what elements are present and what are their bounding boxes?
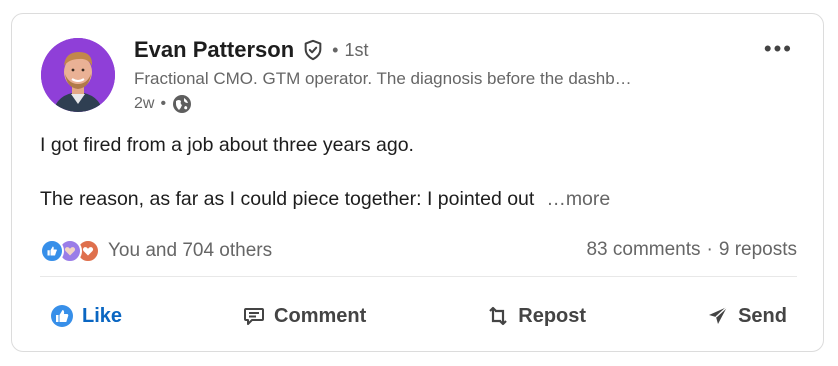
reactions-count[interactable]: You and 704 others: [108, 240, 272, 262]
author-avatar[interactable]: [41, 38, 115, 112]
globe-icon: [173, 95, 192, 113]
post-meta: 2w •: [134, 94, 192, 114]
more-options-icon[interactable]: •••: [764, 36, 793, 62]
separator-dot: •: [160, 95, 167, 112]
post-time[interactable]: 2w: [134, 95, 154, 113]
engagement-stats: 83 comments · 9 reposts: [586, 239, 797, 261]
post-body-line: I got fired from a job about three years…: [40, 134, 414, 156]
action-bar: Like Comment Repost Send: [40, 296, 797, 336]
comment-button[interactable]: Comment: [232, 298, 376, 334]
author-line: Evan Patterson • 1st: [134, 37, 369, 63]
like-label: Like: [82, 304, 123, 327]
reactions-summary[interactable]: You and 704 others: [40, 239, 272, 263]
separator-dot: •: [332, 39, 339, 60]
reposts-count[interactable]: 9 reposts: [719, 239, 797, 261]
like-button[interactable]: Like: [40, 298, 132, 334]
post-body-line-with-more: The reason, as far as I could piece toge…: [40, 186, 610, 213]
repost-icon: [489, 306, 508, 326]
author-headline: Fractional CMO. GTM operator. The diagno…: [134, 69, 632, 88]
like-icon: [51, 305, 73, 327]
repost-button[interactable]: Repost: [476, 298, 596, 334]
comment-icon: [244, 308, 265, 325]
repost-label: Repost: [518, 304, 587, 327]
connection-degree: 1st: [344, 39, 369, 60]
feed-post-card: Evan Patterson • 1st Fractional CMO. GTM…: [11, 13, 824, 352]
author-name[interactable]: Evan Patterson: [134, 37, 294, 63]
like-reaction-icon: [40, 239, 64, 263]
send-label: Send: [738, 304, 787, 327]
comments-count[interactable]: 83 comments: [586, 239, 700, 261]
post-body-line: The reason, as far as I could piece toge…: [40, 188, 535, 210]
send-icon: [709, 306, 728, 324]
send-button[interactable]: Send: [696, 298, 797, 334]
post-body: I got fired from a job about three years…: [40, 132, 610, 213]
separator-dot: ·: [706, 239, 713, 260]
verified-shield-icon: [304, 39, 322, 61]
avatar-photo: [41, 38, 115, 112]
comment-label: Comment: [274, 304, 367, 327]
see-more-link[interactable]: …more: [546, 188, 610, 210]
divider: [40, 276, 797, 277]
